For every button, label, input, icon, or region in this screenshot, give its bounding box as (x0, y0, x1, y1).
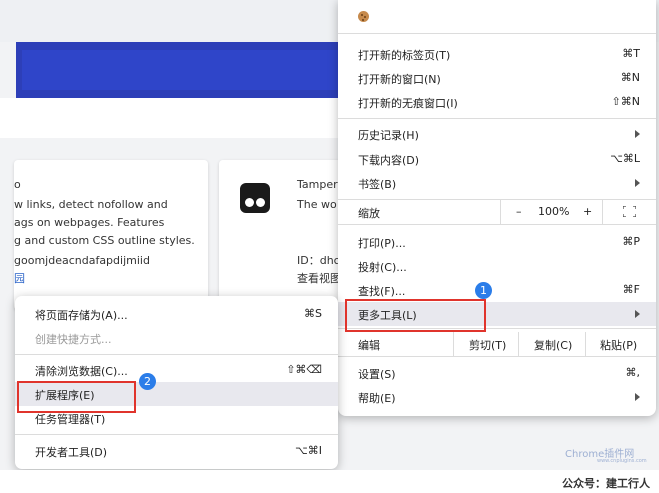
card1-desc-line1: w links, detect nofollow and (14, 198, 168, 211)
menu-incognito-shortcut: ⇧⌘N (611, 95, 640, 108)
menu-separator (338, 224, 656, 225)
menu-history-label: 历史记录(H) (358, 129, 419, 142)
menu-new-window[interactable]: 打开新的窗口(N) ⌘N (338, 66, 656, 90)
menu-separator (338, 33, 656, 34)
paste-button[interactable]: 粘贴(P) (600, 337, 637, 353)
chrome-main-menu: 打开新的标签页(T) ⌘T 打开新的窗口(N) ⌘N 打开新的无痕窗口(I) ⇧… (338, 0, 656, 416)
submenu-create-shortcut-label: 创建快捷方式... (35, 333, 112, 346)
submenu-save-page[interactable]: 将页面存储为(A)... ⌘S (15, 302, 338, 326)
footer-credit: 公众号：建工行人 (562, 477, 650, 490)
menu-help-label: 帮助(E) (358, 392, 396, 405)
menu-find-shortcut: ⌘F (622, 283, 640, 296)
card1-view-link[interactable]: 园 (14, 272, 25, 286)
tampermonkey-icon (240, 183, 270, 213)
submenu-arrow-icon (635, 393, 640, 401)
page-background (0, 98, 340, 138)
highlight-box-extensions (17, 381, 136, 413)
menu-edit-row: 编辑 剪切(T) 复制(C) 粘贴(P) (338, 332, 656, 356)
zoom-level: 100% (538, 205, 570, 218)
menu-new-tab[interactable]: 打开新的标签页(T) ⌘T (338, 42, 656, 66)
menu-bookmarks-label: 书签(B) (358, 178, 397, 191)
menu-settings[interactable]: 设置(S) ⌘, (338, 361, 656, 385)
card2-title: Tamper (297, 178, 338, 191)
menu-bookmarks[interactable]: 书签(B) (338, 171, 656, 195)
menu-cast[interactable]: 投射(C)... (338, 254, 656, 278)
menu-edit-label: 编辑 (358, 339, 380, 352)
menu-downloads-shortcut: ⌥⌘L (610, 152, 640, 165)
menu-separator (338, 356, 656, 357)
submenu-save-page-label: 将页面存储为(A)... (35, 309, 128, 322)
menu-print[interactable]: 打印(P)... ⌘P (338, 230, 656, 254)
submenu-dev-tools-shortcut: ⌥⌘I (295, 444, 322, 457)
card1-desc-line3: g and custom CSS outline styles. (14, 234, 195, 247)
copy-button[interactable]: 复制(C) (534, 337, 572, 353)
watermark: Chrome插件网 www.cnplugins.com (565, 445, 655, 469)
menu-cast-label: 投射(C)... (358, 261, 407, 274)
menu-print-label: 打印(P)... (358, 237, 406, 250)
menu-new-window-shortcut: ⌘N (620, 71, 640, 84)
menu-downloads[interactable]: 下载内容(D) ⌥⌘L (338, 147, 656, 171)
menu-incognito-label: 打开新的无痕窗口(I) (358, 97, 458, 110)
menu-settings-shortcut: ⌘, (625, 366, 641, 379)
menu-history[interactable]: 历史记录(H) (338, 122, 656, 146)
card1-title-fragment: o (14, 178, 21, 191)
menu-incognito[interactable]: 打开新的无痕窗口(I) ⇧⌘N (338, 90, 656, 114)
zoom-out-button[interactable]: – (516, 205, 522, 218)
submenu-clear-data-shortcut: ⇧⌘⌫ (286, 363, 322, 376)
menu-separator (15, 354, 338, 355)
menu-separator (15, 434, 338, 435)
edit-divider (518, 332, 519, 356)
edit-divider (585, 332, 586, 356)
menu-separator (338, 118, 656, 119)
card2-view[interactable]: 查看视图 (297, 272, 341, 286)
highlight-box-more-tools (345, 299, 486, 332)
fullscreen-icon[interactable] (623, 206, 636, 217)
submenu-clear-data-label: 清除浏览数据(C)... (35, 365, 128, 378)
card1-extension-id: goomjdeacndafapdijmiid (14, 254, 150, 267)
menu-new-tab-shortcut: ⌘T (622, 47, 640, 60)
submenu-task-manager-label: 任务管理器(T) (35, 413, 106, 426)
zoom-in-button[interactable]: + (583, 205, 592, 218)
step-badge-1: 1 (475, 282, 492, 299)
menu-new-tab-label: 打开新的标签页(T) (358, 49, 451, 62)
zoom-divider (602, 200, 603, 224)
submenu-create-shortcut[interactable]: 创建快捷方式... (15, 326, 338, 350)
menu-find-label: 查找(F)... (358, 285, 406, 298)
card2-desc: The wo (297, 198, 337, 211)
extension-card-tampermonkey: Tamper The wo ID：dhc 查看视图 (219, 160, 344, 310)
submenu-arrow-icon (635, 310, 640, 318)
card2-id: ID：dhc (297, 254, 340, 267)
menu-zoom-label: 缩放 (358, 207, 380, 220)
zoom-divider (500, 200, 501, 224)
submenu-clear-data[interactable]: 清除浏览数据(C)... ⇧⌘⌫ (15, 358, 338, 382)
edit-divider (453, 332, 454, 356)
cookie-icon (358, 11, 369, 22)
step-badge-2: 2 (139, 373, 156, 390)
menu-help[interactable]: 帮助(E) (338, 385, 656, 409)
submenu-save-page-shortcut: ⌘S (304, 307, 322, 320)
banner-inner (22, 50, 350, 90)
menu-settings-label: 设置(S) (358, 368, 396, 381)
watermark-url: www.cnplugins.com (597, 458, 647, 464)
extension-card-1: o w links, detect nofollow and ags on we… (14, 160, 208, 310)
submenu-dev-tools[interactable]: 开发者工具(D) ⌥⌘I (15, 439, 338, 463)
menu-new-window-label: 打开新的窗口(N) (358, 73, 441, 86)
card1-desc-line2: ags on webpages. Features (14, 216, 165, 229)
menu-downloads-label: 下载内容(D) (358, 154, 420, 167)
submenu-dev-tools-label: 开发者工具(D) (35, 446, 108, 459)
cut-button[interactable]: 剪切(T) (469, 337, 506, 353)
submenu-arrow-icon (635, 130, 640, 138)
extensions-header-banner (16, 42, 356, 98)
menu-print-shortcut: ⌘P (622, 235, 640, 248)
submenu-arrow-icon (635, 179, 640, 187)
menu-zoom-row: 缩放 – 100% + (338, 200, 656, 224)
browser-screenshot: o w links, detect nofollow and ags on we… (0, 0, 659, 470)
